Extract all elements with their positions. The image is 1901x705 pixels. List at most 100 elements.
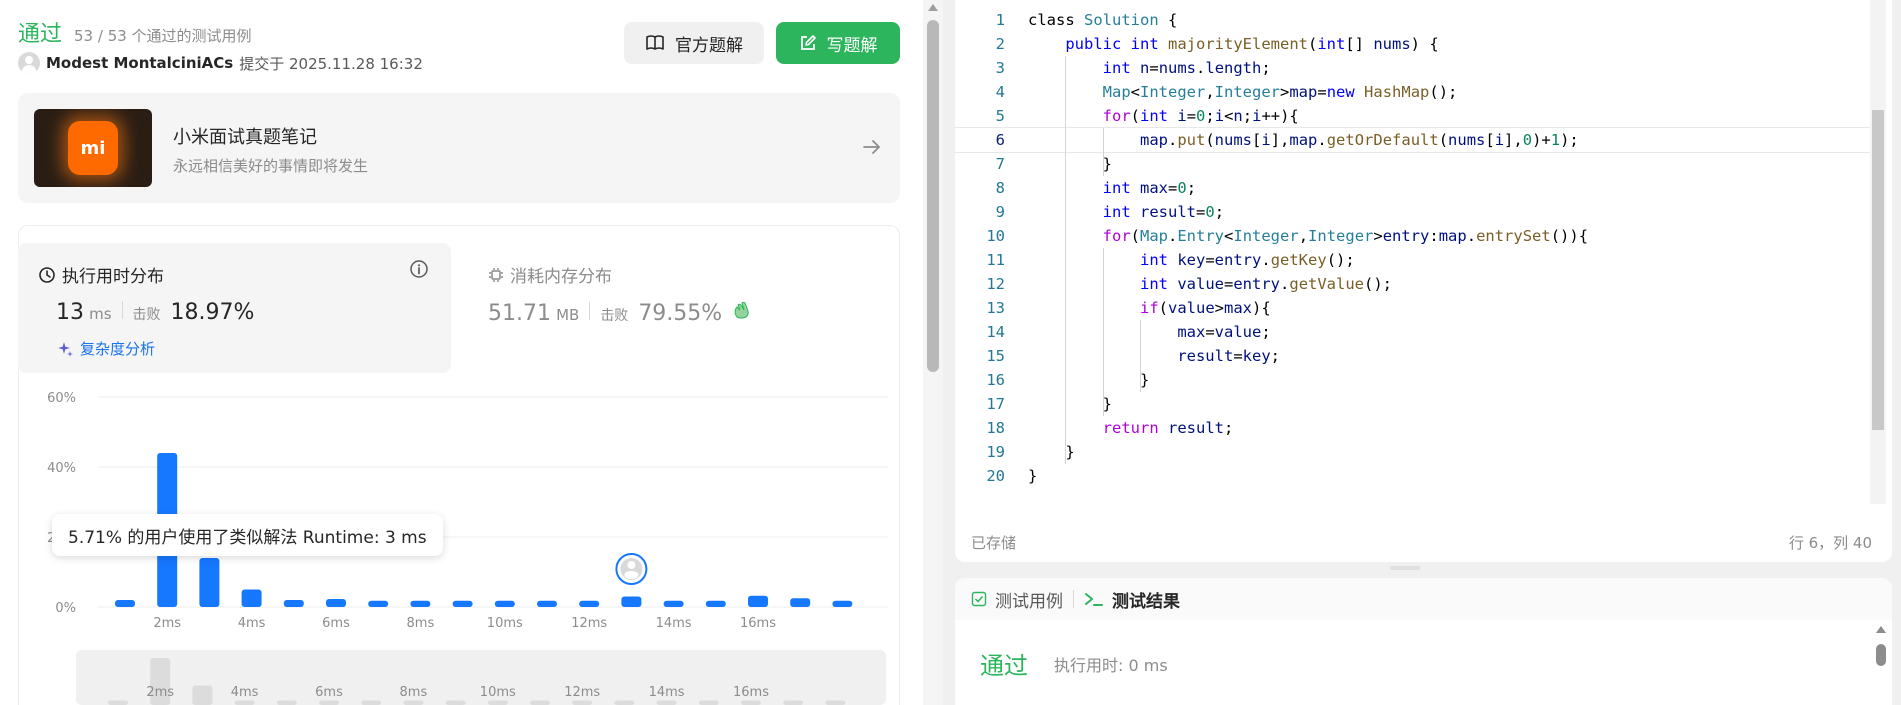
- runtime-bar[interactable]: [410, 600, 431, 607]
- code-line[interactable]: 2 public int majorityElement(int[] nums)…: [955, 32, 1870, 56]
- code-line[interactable]: 8 int max=0;: [955, 176, 1870, 200]
- left-scrollbar[interactable]: [923, 0, 943, 705]
- overview-bar: [361, 700, 382, 705]
- runtime-beat-label: 击败: [132, 307, 161, 323]
- overview-tick-label: 4ms: [231, 685, 259, 700]
- y-tick-label: 40%: [47, 461, 76, 476]
- editor-scroll-thumb[interactable]: [1872, 110, 1884, 430]
- scroll-up-icon[interactable]: [1876, 626, 1886, 633]
- line-number: 9: [995, 203, 1005, 221]
- y-tick-label: 60%: [47, 391, 76, 406]
- info-icon[interactable]: [409, 259, 429, 279]
- divider: [121, 301, 123, 319]
- complexity-analysis-link[interactable]: 复杂度分析: [56, 338, 155, 359]
- runtime-bar[interactable]: [241, 589, 262, 608]
- official-solution-button[interactable]: 官方题解: [624, 22, 764, 64]
- note-title: 小米面试真题笔记: [173, 127, 317, 148]
- code-text: for(Map.Entry<Integer,Integer>entry:map.…: [1102, 227, 1589, 245]
- write-solution-button[interactable]: 写题解: [776, 22, 900, 64]
- overview-bar: [572, 700, 593, 705]
- testcase-count: 53 / 53 个通过的测试用例: [74, 27, 252, 45]
- runtime-bar[interactable]: [790, 598, 811, 607]
- runtime-title: 执行用时分布: [38, 262, 164, 287]
- runtime-bar[interactable]: [748, 595, 768, 607]
- tab-divider: [1073, 590, 1074, 608]
- note-thumbnail: mi: [34, 109, 152, 187]
- code-line[interactable]: 15 result=key;: [955, 344, 1870, 368]
- code-line[interactable]: 3 int n=nums.length;: [955, 56, 1870, 80]
- tab-testcase[interactable]: 测试用例: [971, 587, 1063, 612]
- overview-bar: [487, 700, 508, 705]
- line-number: 18: [986, 419, 1005, 437]
- tab-testcase-label: 测试用例: [995, 591, 1063, 612]
- username-link[interactable]: Modest MontalciniACs: [46, 54, 233, 72]
- code-text: Map<Integer,Integer>map=new HashMap();: [1102, 83, 1458, 101]
- result-scrollbar[interactable]: [1876, 626, 1886, 705]
- panel-resize-handle[interactable]: [1390, 566, 1420, 570]
- tab-result[interactable]: 测试结果: [1084, 587, 1180, 612]
- code-line[interactable]: 20}: [955, 464, 1870, 488]
- code-text: }: [1028, 395, 1112, 413]
- x-tick-label: 16ms: [740, 616, 776, 631]
- runtime-bar[interactable]: [368, 600, 389, 607]
- note-card[interactable]: mi 小米面试真题笔记 永远相信美好的事情即将发生: [18, 93, 900, 203]
- scroll-up-icon[interactable]: [928, 4, 938, 11]
- code-line[interactable]: 18 return result;: [955, 416, 1870, 440]
- editor-scrollbar[interactable]: [1870, 0, 1886, 504]
- code-line[interactable]: 6 map.put(nums[i],map.getOrDefault(nums[…: [955, 127, 1871, 153]
- avatar[interactable]: [18, 52, 40, 74]
- code-line[interactable]: 12 int value=entry.getValue();: [955, 272, 1870, 296]
- edit-icon: [800, 35, 816, 50]
- line-number: 12: [986, 275, 1005, 293]
- runtime-bar[interactable]: [579, 600, 600, 607]
- runtime-overview-chart[interactable]: 2ms 4ms 6ms 8ms 10ms 12ms 14ms 16ms: [18, 650, 908, 705]
- code-line[interactable]: 14 max=value;: [955, 320, 1870, 344]
- overview-tick-label: 14ms: [649, 685, 685, 700]
- chip-icon: [489, 267, 503, 282]
- line-number: 4: [995, 83, 1005, 101]
- indent-guide: [1102, 128, 1104, 176]
- runtime-bar[interactable]: [494, 600, 515, 607]
- code-area[interactable]: 1 class Solution {2 public int majorityEl…: [955, 8, 1871, 504]
- runtime-bar[interactable]: [663, 600, 684, 607]
- code-line[interactable]: 9 int result=0;: [955, 200, 1870, 224]
- code-line[interactable]: 13 if(value>max){: [955, 296, 1870, 320]
- line-number: 2: [995, 35, 1005, 53]
- code-line[interactable]: 16 }: [955, 368, 1870, 392]
- code-line[interactable]: 17 }: [955, 392, 1870, 416]
- runtime-bar[interactable]: [452, 600, 473, 607]
- code-line[interactable]: 4 Map<Integer,Integer>map=new HashMap();: [955, 80, 1870, 104]
- overview-bar: [783, 700, 804, 705]
- code-editor[interactable]: 1 class Solution {2 public int majorityEl…: [955, 0, 1892, 562]
- runtime-bar[interactable]: [326, 598, 346, 607]
- overview-tick-label: 8ms: [400, 685, 428, 700]
- code-line[interactable]: 10 for(Map.Entry<Integer,Integer>entry:m…: [955, 224, 1870, 248]
- runtime-bar[interactable]: [621, 596, 642, 608]
- result-scroll-thumb[interactable]: [1876, 644, 1886, 666]
- memory-tab[interactable]: 消耗内存分布: [488, 262, 612, 287]
- code-line[interactable]: 1 class Solution {: [955, 8, 1870, 32]
- code-line[interactable]: 19 }: [955, 440, 1870, 464]
- code-line[interactable]: 5 for(int i=0;i<n;i++){: [955, 104, 1870, 128]
- runtime-bar[interactable]: [705, 600, 726, 607]
- runtime-bar[interactable]: [115, 600, 135, 607]
- code-line[interactable]: 11 int key=entry.getKey();: [955, 248, 1870, 272]
- sparkle-icon: [58, 341, 73, 357]
- your-position-marker[interactable]: [615, 553, 648, 585]
- app-root: 通过 53 / 53 个通过的测试用例 Modest MontalciniACs…: [0, 0, 1901, 705]
- line-number: 19: [986, 443, 1005, 461]
- scroll-thumb[interactable]: [927, 20, 939, 372]
- line-number: 20: [986, 467, 1005, 485]
- runtime-bar[interactable]: [537, 600, 557, 607]
- overview-bar: [698, 700, 719, 705]
- code-line[interactable]: 7 }: [955, 152, 1870, 176]
- runtime-bar[interactable]: [283, 600, 304, 607]
- runtime-bar[interactable]: [832, 600, 853, 607]
- runtime-bar[interactable]: [199, 558, 220, 607]
- result-time: 执行用时: 0 ms: [1054, 656, 1168, 675]
- write-solution-label: 写题解: [826, 35, 878, 56]
- mi-logo: mi: [68, 121, 118, 175]
- code-text: return result;: [1102, 419, 1234, 437]
- memory-unit: MB: [556, 306, 580, 324]
- line-number: 17: [986, 395, 1005, 413]
